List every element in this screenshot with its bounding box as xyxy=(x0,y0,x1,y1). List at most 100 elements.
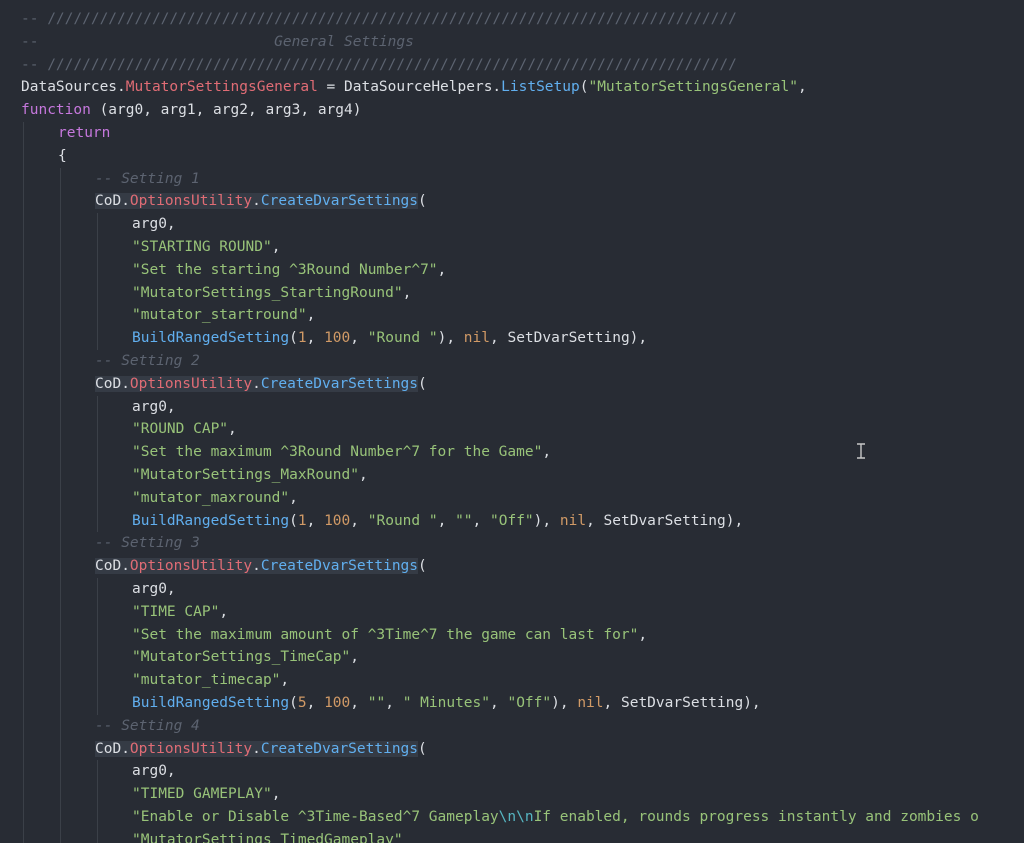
code-editor[interactable]: -- /////////////////////////////////////… xyxy=(0,0,1024,843)
code-token: , SetDvarSetting), xyxy=(490,330,648,347)
code-line[interactable]: CoD.OptionsUtility.CreateDvarSettings( xyxy=(95,555,427,578)
code-token: "Set the starting ^3Round Number^7" xyxy=(132,261,438,278)
code-line[interactable]: "TIME CAP", xyxy=(132,601,228,624)
code-line[interactable]: "mutator_timecap", xyxy=(132,669,289,692)
code-token: , xyxy=(306,512,325,529)
code-line[interactable]: BuildRangedSetting(5, 100, "", " Minutes… xyxy=(132,692,761,715)
code-line[interactable]: "Enable or Disable ^3Time-Based^7 Gamepl… xyxy=(132,806,979,829)
code-token: CreateDvarSettings xyxy=(260,740,419,757)
code-line[interactable]: function (arg0, arg1, arg2, arg3, arg4) xyxy=(21,99,361,122)
code-line[interactable]: "STARTING ROUND", xyxy=(132,236,280,259)
code-token: , xyxy=(289,489,298,506)
code-line[interactable]: "MutatorSettings_MaxRound", xyxy=(132,464,368,487)
code-token: arg0, xyxy=(132,398,176,415)
code-token: , xyxy=(271,786,281,803)
code-token: ( xyxy=(418,558,427,575)
code-token: "Enable or Disable ^3Time-Based^7 Gamepl… xyxy=(132,809,499,825)
code-line[interactable]: -- Setting 3 xyxy=(95,532,200,555)
code-token: , xyxy=(280,672,290,689)
code-line[interactable]: -- Setting 4 xyxy=(95,715,200,738)
code-line[interactable]: { xyxy=(58,145,67,168)
code-token: "" xyxy=(367,695,386,711)
code-token: "mutator_timecap" xyxy=(132,672,281,689)
code-token: arg0, xyxy=(132,216,176,233)
code-token: { xyxy=(58,147,67,164)
code-token: , xyxy=(472,512,490,529)
code-token: -- Setting 3 xyxy=(95,535,200,552)
code-line[interactable]: "Set the starting ^3Round Number^7", xyxy=(132,259,446,282)
code-token: ), xyxy=(551,695,578,711)
code-line[interactable]: "Set the maximum ^3Round Number^7 for th… xyxy=(132,441,551,464)
code-token: , xyxy=(542,444,552,461)
code-line[interactable]: return xyxy=(58,122,110,145)
code-token: . xyxy=(252,375,261,392)
code-line[interactable]: -- /////////////////////////////////////… xyxy=(21,54,737,77)
code-line[interactable]: "TIMED GAMEPLAY", xyxy=(132,783,280,806)
code-token: CoD. xyxy=(95,193,130,210)
code-token: 5 xyxy=(297,695,307,711)
code-line[interactable]: "mutator_maxround", xyxy=(132,487,298,510)
code-token: , xyxy=(350,649,359,666)
code-token: arg0, xyxy=(132,763,176,780)
code-token: "mutator_startround" xyxy=(132,307,307,324)
code-token: "Round " xyxy=(367,512,438,529)
code-token: BuildRangedSetting xyxy=(132,512,290,529)
code-token: CreateDvarSettings xyxy=(260,375,419,392)
code-line[interactable]: DataSources.MutatorSettingsGeneral = Dat… xyxy=(21,76,807,99)
code-token: "ROUND CAP" xyxy=(132,421,229,438)
code-token: , xyxy=(437,512,456,529)
code-token: "TIME CAP" xyxy=(132,603,220,620)
code-token: CreateDvarSettings xyxy=(260,558,419,575)
code-line[interactable]: CoD.OptionsUtility.CreateDvarSettings( xyxy=(95,190,427,213)
code-token: "mutator_maxround" xyxy=(132,489,290,506)
code-line[interactable]: arg0, xyxy=(132,213,176,236)
code-line[interactable]: "MutatorSettings_StartingRound", xyxy=(132,282,411,305)
code-token: -- Setting 4 xyxy=(95,717,200,734)
code-token: , xyxy=(228,421,237,438)
code-line[interactable]: -- /////////////////////////////////////… xyxy=(21,8,737,31)
code-line[interactable]: BuildRangedSetting(1, 100, "Round ", "",… xyxy=(132,510,743,533)
code-token: ( xyxy=(418,193,427,210)
code-token: -- /////////////////////////////////////… xyxy=(21,56,737,73)
code-token: CoD. xyxy=(95,740,130,757)
code-token: . xyxy=(252,558,261,575)
code-line[interactable]: BuildRangedSetting(1, 100, "Round "), ni… xyxy=(132,327,647,350)
code-token: BuildRangedSetting xyxy=(132,695,290,711)
code-token: "Set the maximum amount of ^3Time^7 the … xyxy=(132,626,639,643)
code-token: ( xyxy=(289,330,298,347)
code-line[interactable]: -- Setting 1 xyxy=(95,168,200,191)
code-line[interactable]: arg0, xyxy=(132,578,176,601)
code-token: ( xyxy=(289,512,298,529)
code-token: (arg0, arg1, arg2, arg3, arg4) xyxy=(90,102,362,119)
code-token: -- /////////////////////////////////////… xyxy=(21,11,737,27)
code-token: ), xyxy=(437,330,464,347)
code-token: ( xyxy=(289,695,298,711)
text-cursor-icon xyxy=(857,443,865,459)
code-token: -- Setting 2 xyxy=(95,353,200,369)
code-line[interactable]: "mutator_startround", xyxy=(132,304,315,327)
code-line[interactable]: "MutatorSettings_TimeCap", xyxy=(132,646,359,669)
code-token: , SetDvarSetting), xyxy=(603,695,761,711)
code-line[interactable]: "ROUND CAP", xyxy=(132,418,237,441)
code-token: 1 xyxy=(297,330,307,347)
indent-guide xyxy=(97,395,98,533)
code-token: nil xyxy=(577,695,604,711)
code-line[interactable]: CoD.OptionsUtility.CreateDvarSettings( xyxy=(95,738,427,761)
code-line[interactable]: -- Setting 2 xyxy=(95,350,200,373)
code-token: , xyxy=(219,603,229,620)
code-line[interactable]: arg0, xyxy=(132,760,176,783)
code-token: General Settings xyxy=(274,33,414,50)
code-token: , xyxy=(350,512,368,529)
code-token: , xyxy=(306,307,316,324)
code-token: "STARTING ROUND" xyxy=(132,239,272,255)
code-token: , xyxy=(385,695,403,711)
indent-guide xyxy=(23,122,24,843)
code-token: ListSetup xyxy=(501,79,580,96)
code-line[interactable]: CoD.OptionsUtility.CreateDvarSettings( xyxy=(95,373,427,396)
code-token: , xyxy=(638,626,648,643)
code-line[interactable]: arg0, xyxy=(132,396,176,419)
code-token: , xyxy=(358,467,368,483)
code-line[interactable]: "Set the maximum amount of ^3Time^7 the … xyxy=(132,624,647,647)
code-line[interactable]: -- General Settings xyxy=(21,31,414,54)
code-line[interactable]: "MutatorSettings_TimedGameplay" xyxy=(132,829,403,843)
